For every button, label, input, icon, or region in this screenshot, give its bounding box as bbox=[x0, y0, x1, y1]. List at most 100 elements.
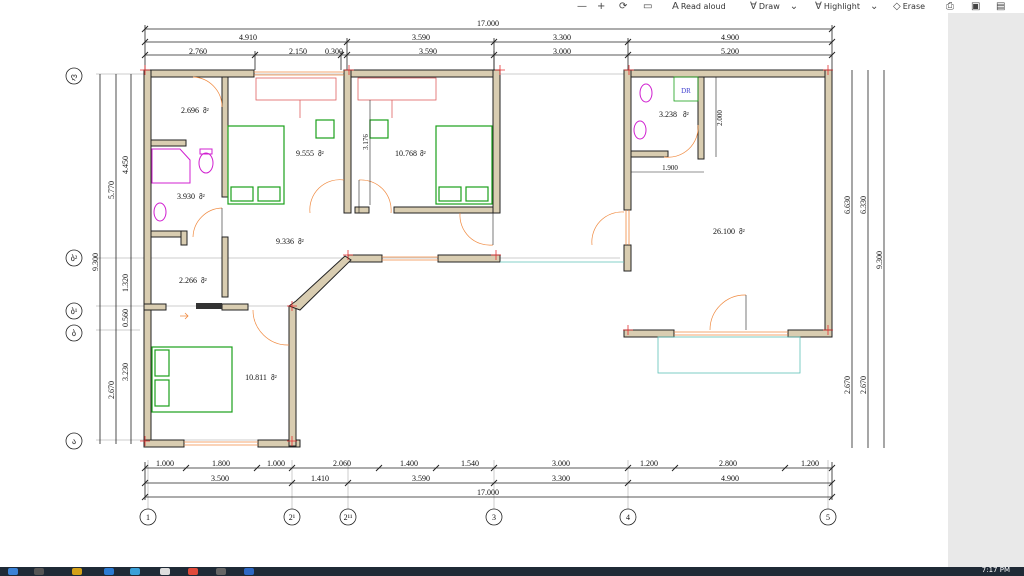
dim-bot-r1-7: 3.000 bbox=[552, 459, 570, 468]
app-icon[interactable] bbox=[130, 568, 140, 575]
dim-top-overall: 17.000 bbox=[477, 19, 499, 28]
room-unit-1: მ² bbox=[203, 107, 209, 115]
room-unit-8: მ² bbox=[683, 111, 689, 119]
read-aloud-button[interactable]: A Read aloud bbox=[672, 0, 726, 13]
dim-top-r3-2: 2.150 bbox=[289, 47, 307, 56]
taskbar-clock[interactable]: 7:17 PM bbox=[982, 566, 1010, 575]
dim-bot-r2-4: 3.300 bbox=[552, 474, 570, 483]
highlight-button[interactable]: ∀ Highlight ⌄ bbox=[815, 0, 878, 13]
room-area-6: 2.266 bbox=[179, 276, 197, 285]
room-area-5: 9.336 bbox=[276, 237, 294, 246]
chrome-icon[interactable] bbox=[188, 568, 198, 575]
dim-bot-r2-5: 4.900 bbox=[721, 474, 739, 483]
dim-right-6630: 6.630 bbox=[843, 196, 852, 214]
axis-label-bottom-1: 1 bbox=[146, 513, 150, 522]
dim-top-r2-2: 3.590 bbox=[412, 33, 430, 42]
grid-lines bbox=[96, 73, 829, 512]
axis-label-left-2: ბ² bbox=[71, 254, 78, 263]
axis-label-left-3: ბ¹ bbox=[71, 307, 78, 316]
room-area-4: 3.930 bbox=[177, 192, 195, 201]
room-area-3: 10.768 bbox=[395, 149, 417, 158]
minus-button[interactable]: — bbox=[577, 0, 587, 13]
terrace-outline bbox=[500, 261, 801, 374]
dim-left-2670: 2.670 bbox=[107, 381, 116, 399]
dim-bot-r1-4: 2.060 bbox=[333, 459, 351, 468]
dim-left-4450: 4.450 bbox=[121, 156, 130, 174]
dim-inner-2000: 2.000 bbox=[716, 110, 724, 126]
plus-icon: + bbox=[597, 1, 606, 12]
room-unit-6: მ² bbox=[201, 277, 207, 285]
dim-bot-r1-2: 1.800 bbox=[212, 459, 230, 468]
dim-bot-r1-5: 1.400 bbox=[400, 459, 418, 468]
erase-label: Erase bbox=[902, 2, 926, 11]
dim-right-total: 9.300 bbox=[875, 251, 884, 269]
highlight-label: Highlight bbox=[823, 2, 860, 11]
app-icon-3[interactable] bbox=[216, 568, 226, 575]
dim-top-r3-5: 3.000 bbox=[553, 47, 571, 56]
dim-bot-r2-2: 1.410 bbox=[311, 474, 329, 483]
dim-bot-r1-9: 2.800 bbox=[719, 459, 737, 468]
axis-label-bottom-2: 2¹ bbox=[289, 513, 296, 522]
dim-right-2670b: 2.670 bbox=[859, 376, 868, 394]
fit-page-icon: ▭ bbox=[643, 1, 653, 12]
word-icon[interactable] bbox=[244, 568, 254, 575]
room-unit-2: მ² bbox=[318, 150, 324, 158]
dim-left-total: 9.300 bbox=[91, 253, 100, 271]
room-area-1: 2.696 bbox=[181, 106, 199, 115]
save-icon: ▣ bbox=[971, 1, 981, 12]
search-icon[interactable] bbox=[34, 568, 44, 575]
dim-bot-r1-8: 1.200 bbox=[640, 459, 658, 468]
room-unit-3: მ² bbox=[420, 150, 426, 158]
dim-top-r2-3: 3.300 bbox=[553, 33, 571, 42]
dim-bot-r1-3: 1.000 bbox=[267, 459, 285, 468]
room-area-2: 9.555 bbox=[296, 149, 314, 158]
rotate-button[interactable]: ⟳ bbox=[619, 0, 627, 13]
room-unit-7: მ² bbox=[271, 374, 277, 382]
draw-icon: ∀ bbox=[750, 1, 757, 12]
erase-button[interactable]: ◇ Erase bbox=[893, 0, 925, 13]
dim-left-1320: 1.320 bbox=[121, 274, 130, 292]
save-button[interactable]: ▣ bbox=[971, 0, 980, 13]
axis-label-bottom-4: 3 bbox=[492, 513, 496, 522]
pdf-page: 17.000 4.910 3.590 3.300 4.900 2.760 2.1… bbox=[0, 13, 948, 567]
room-unit-5: მ² bbox=[298, 238, 304, 246]
app-icon-2[interactable] bbox=[160, 568, 170, 575]
print-button[interactable]: ⎙ bbox=[946, 0, 954, 13]
axis-label-left-4: ბ bbox=[72, 329, 76, 338]
file-explorer-icon[interactable] bbox=[72, 568, 82, 575]
dim-top-r3-4: 3.590 bbox=[419, 47, 437, 56]
viewer-toolbar: — + ⟳ ▭ A Read aloud ∀ Draw ⌄ ∀ Highlight ⌄ ◇… bbox=[0, 0, 1024, 14]
dim-inner-1900: 1.900 bbox=[662, 164, 678, 172]
plus-button[interactable]: + bbox=[597, 0, 605, 13]
dim-left-3230: 3.230 bbox=[121, 363, 130, 381]
save-as-button[interactable]: ▤ bbox=[996, 0, 1005, 13]
dim-bot-r2-3: 3.590 bbox=[412, 474, 430, 483]
axis-label-bottom-6: 5 bbox=[826, 513, 830, 522]
draw-button[interactable]: ∀ Draw ⌄ bbox=[750, 0, 798, 13]
axis-label-left-5: ა bbox=[72, 437, 76, 446]
dim-top-r3-1: 2.760 bbox=[189, 47, 207, 56]
room-unit-9: მ² bbox=[739, 228, 745, 236]
dim-right-2670a: 2.670 bbox=[843, 376, 852, 394]
start-icon[interactable] bbox=[8, 568, 18, 575]
room-area-7: 10.811 bbox=[245, 373, 267, 382]
chevron-down-icon: ⌄ bbox=[869, 1, 879, 12]
wall-dark-segment bbox=[196, 303, 222, 309]
axis-label-left-1: ღ bbox=[71, 72, 77, 81]
edge-icon[interactable] bbox=[104, 568, 114, 575]
minus-icon: — bbox=[577, 1, 587, 12]
fit-page-button[interactable]: ▭ bbox=[643, 0, 652, 13]
eraser-icon: ◇ bbox=[893, 1, 901, 12]
dim-top-r3-6: 5.200 bbox=[721, 47, 739, 56]
arrow-icon bbox=[180, 312, 189, 320]
dim-top-r2-1: 4.910 bbox=[239, 33, 257, 42]
viewer-gutter bbox=[948, 13, 1024, 567]
dim-bot-r1-1: 1.000 bbox=[156, 459, 174, 468]
dim-bot-overall: 17.000 bbox=[477, 488, 499, 497]
dim-right-6330: 6.330 bbox=[859, 196, 868, 214]
dim-left-0560: 0.560 bbox=[121, 309, 130, 327]
dr-label: DR bbox=[681, 87, 691, 95]
dim-bot-r1-10: 1.200 bbox=[801, 459, 819, 468]
dim-left-5770: 5.770 bbox=[107, 181, 116, 199]
axis-label-bottom-3: 2¹¹ bbox=[344, 513, 353, 522]
